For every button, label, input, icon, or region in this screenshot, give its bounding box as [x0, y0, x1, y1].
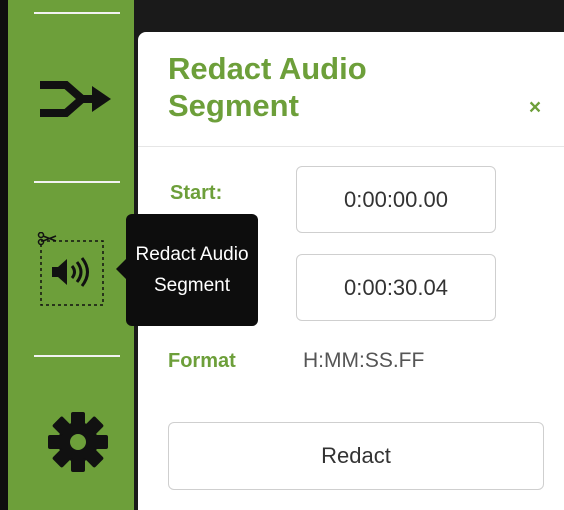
format-value: H:MM:SS.FF [303, 349, 425, 372]
sidebar-divider [34, 355, 120, 357]
app-window: Redact Audio Segment × Start: Format H:M… [0, 0, 564, 510]
format-label: Format [168, 350, 236, 372]
sidebar-divider [34, 181, 120, 183]
tooltip-arrow [116, 259, 126, 279]
start-label: Start: [170, 182, 223, 204]
sidebar [8, 0, 134, 510]
end-time-input[interactable] [296, 254, 496, 321]
start-time-input[interactable] [296, 166, 496, 233]
window-edge [0, 0, 8, 510]
close-button[interactable]: × [523, 96, 547, 120]
gear-icon[interactable] [46, 410, 110, 474]
redact-button[interactable]: Redact [168, 422, 544, 490]
merge-arrow-icon[interactable] [36, 74, 116, 124]
sidebar-divider [34, 12, 120, 14]
redact-audio-icon[interactable] [36, 232, 108, 308]
panel-header: Redact Audio Segment × [138, 32, 564, 147]
tooltip: Redact Audio Segment [126, 214, 258, 326]
panel-title: Redact Audio Segment [168, 51, 367, 123]
